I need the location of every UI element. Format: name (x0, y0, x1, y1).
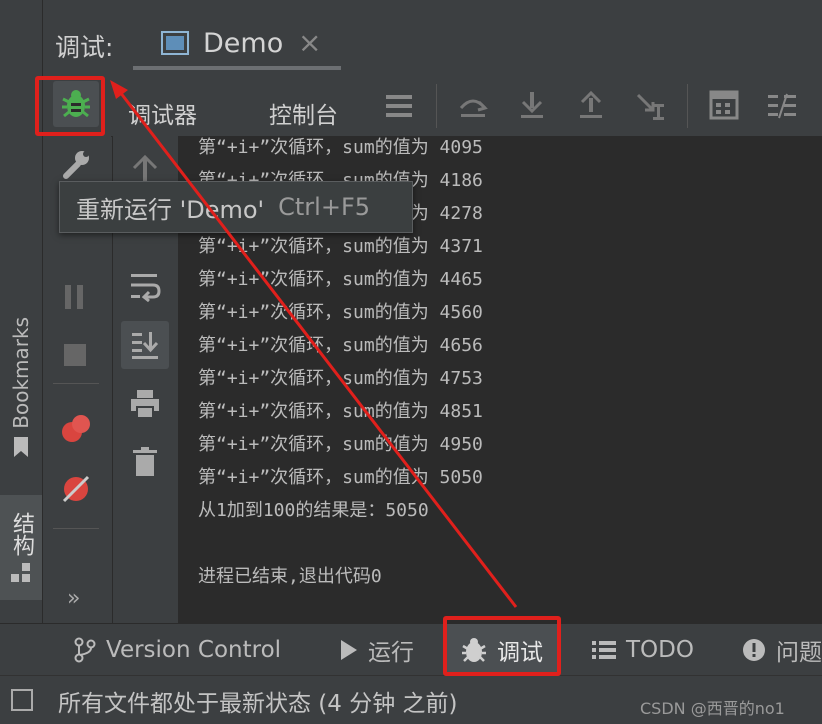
tab-version-control[interactable]: Version Control (74, 624, 281, 676)
console-line: 第“+i+”次循环，sum的值为 4095 (198, 137, 483, 158)
tooltip-text: 重新运行 'Demo' (76, 195, 265, 224)
tab-active-underline (133, 66, 341, 70)
step-out-icon[interactable] (577, 90, 605, 120)
console-line: 第“+i+”次循环，sum的值为 4465 (198, 269, 483, 290)
debug-actions-column: » (43, 78, 111, 623)
debug-title-label: 调试: (55, 33, 114, 62)
tab-todo[interactable]: TODO (592, 624, 694, 676)
trace-icon[interactable] (767, 92, 797, 120)
tab-problems[interactable]: 问题 (742, 624, 822, 676)
console-line: 第“+i+”次循环，sum的值为 4851 (198, 401, 483, 422)
console-line: 第“+i+”次循环，sum的值为 4560 (198, 302, 483, 323)
tab-problems-label: 问题 (776, 640, 822, 666)
git-branch-icon (74, 637, 96, 663)
bookmark-icon (14, 437, 28, 458)
toggle-panel-icon[interactable] (10, 688, 34, 712)
column-separator (53, 383, 99, 384)
menu-lines-icon[interactable] (385, 92, 413, 120)
bookmarks-label: Bookmarks (9, 316, 33, 429)
highlight-rerun-box (35, 76, 105, 136)
status-text: 所有文件都处于最新状态 (4 分钟 之前) (58, 691, 458, 717)
scroll-to-end-button[interactable] (121, 321, 169, 369)
wrench-icon[interactable] (60, 148, 92, 180)
soft-wrap-icon[interactable] (129, 270, 161, 302)
step-over-icon[interactable] (458, 90, 488, 120)
column-separator (53, 528, 99, 529)
list-icon (592, 641, 616, 659)
tab-version-control-label: Version Control (106, 637, 282, 663)
console-line: 从1加到100的结果是：5050 (198, 500, 429, 521)
toolbar-separator (687, 84, 688, 128)
scroll-to-end-icon (132, 332, 159, 359)
structure-tab[interactable]: 结构 (0, 495, 42, 600)
tab-demo-label: Demo (203, 28, 284, 59)
trash-icon[interactable] (132, 446, 158, 478)
tab-run-label: 运行 (368, 640, 414, 666)
pause-icon[interactable] (63, 283, 87, 311)
debug-toolbar: 调试器 控制台 (43, 78, 822, 137)
more-actions-icon[interactable]: » (67, 586, 80, 611)
structure-label: 结构 (9, 511, 34, 556)
console-line: 第“+i+”次循环，sum的值为 4950 (198, 434, 483, 455)
tab-debugger[interactable]: 调试器 (128, 96, 197, 130)
alert-icon (743, 639, 765, 661)
view-breakpoints-icon[interactable] (60, 413, 92, 445)
rerun-tooltip: 重新运行 'Demo' Ctrl+F5 (59, 181, 413, 233)
run-to-cursor-icon[interactable] (635, 90, 667, 122)
run-icon (341, 640, 357, 660)
run-config-icon (161, 31, 189, 55)
status-bar: 所有文件都处于最新状态 (4 分钟 之前) CSDN @西晋的no1 (0, 675, 822, 724)
print-icon[interactable] (129, 388, 161, 420)
mute-breakpoints-icon[interactable] (60, 473, 92, 505)
tab-console[interactable]: 控制台 (269, 96, 338, 130)
tab-todo-label: TODO (626, 637, 694, 663)
console-line: 第“+i+”次循环，sum的值为 4371 (198, 236, 483, 257)
tab-demo[interactable]: Demo × (133, 22, 341, 74)
console-line: 第“+i+”次循环，sum的值为 4753 (198, 368, 483, 389)
watermark: CSDN @西晋的no1 (640, 699, 785, 718)
highlight-debug-tab-box (443, 616, 561, 676)
toolbar-separator (436, 84, 437, 128)
debug-panel-header: 调试: Demo × (43, 0, 822, 78)
structure-icon (11, 562, 30, 582)
tab-run[interactable]: 运行 (340, 624, 414, 676)
bookmarks-tab[interactable]: Bookmarks (0, 300, 42, 475)
tab-close-icon[interactable]: × (298, 26, 321, 59)
stop-icon[interactable] (63, 343, 87, 367)
tooltip-shortcut: Ctrl+F5 (278, 193, 371, 221)
evaluate-expression-icon[interactable] (709, 90, 739, 120)
console-line: 进程已结束,退出代码0 (198, 566, 382, 587)
console-line: 第“+i+”次循环，sum的值为 5050 (198, 467, 483, 488)
scroll-up-icon[interactable] (131, 154, 159, 184)
step-into-icon[interactable] (518, 90, 546, 120)
console-line: 第“+i+”次循环，sum的值为 4656 (198, 335, 483, 356)
bottom-tool-tabs: Version Control 运行 调试 TODO 问题 (0, 623, 822, 676)
